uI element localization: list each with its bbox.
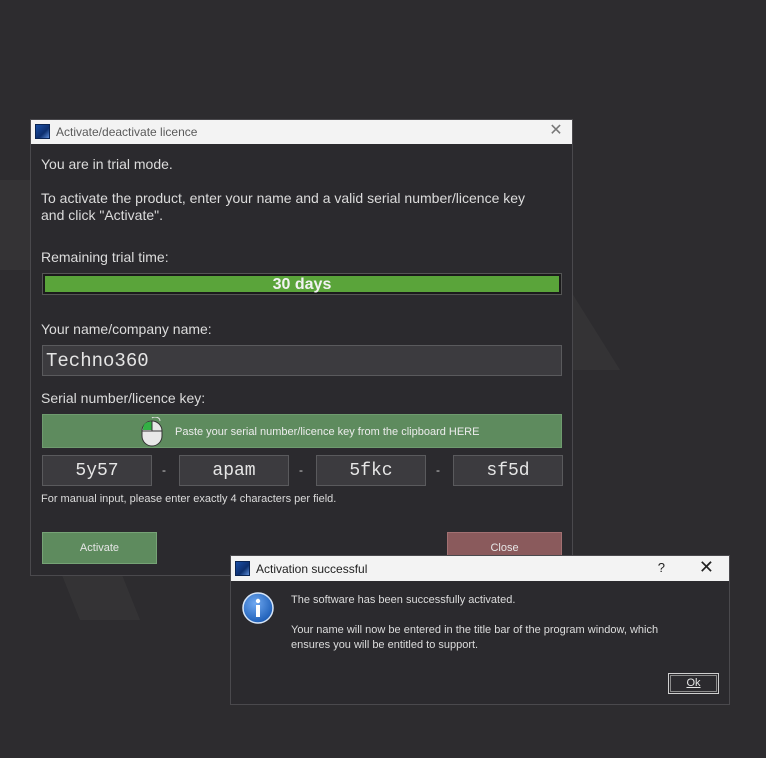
dialog-close-icon[interactable]: ✕ [699,557,714,578]
activate-button[interactable]: Activate [42,532,157,564]
name-field[interactable] [42,345,562,376]
remaining-trial-label: Remaining trial time: [41,249,169,265]
instruction-line-1: To activate the product, enter your name… [41,190,526,206]
licence-window: Activate/deactivate licence ✕ You are in… [30,119,573,576]
dialog-title: Activation successful [256,562,368,576]
app-icon [35,124,50,139]
manual-input-hint: For manual input, please enter exactly 4… [41,493,337,505]
trial-progress-label: 30 days [272,276,332,293]
serial-field-4[interactable] [453,455,563,486]
dialog-message-line-2: Your name will now be entered in the tit… [291,624,659,636]
mouse-icon [141,417,163,447]
serial-field-2[interactable] [179,455,289,486]
window-title: Activate/deactivate licence [56,125,198,139]
ok-button[interactable]: Ok [668,673,719,694]
dialog-titlebar: Activation successful ? ✕ [231,556,729,581]
info-icon [242,592,274,624]
instruction-line-2: and click "Activate". [41,207,163,223]
serial-field-3[interactable] [316,455,426,486]
serial-separator: - [436,463,440,477]
help-icon[interactable]: ? [658,560,665,575]
trial-progress-bar: 30 days [42,273,562,295]
dialog-message-line-1: The software has been successfully activ… [291,594,516,606]
name-label: Your name/company name: [41,321,212,337]
app-icon [235,561,250,576]
licence-window-titlebar: Activate/deactivate licence ✕ [31,120,572,144]
activation-dialog: Activation successful ? ✕ The software h… [230,555,730,705]
serial-separator: - [299,463,303,477]
dialog-message-line-3: ensures you will be entitled to support. [291,639,479,651]
paste-button-label: Paste your serial number/licence key fro… [175,426,480,438]
serial-field-1[interactable] [42,455,152,486]
window-close-icon[interactable]: ✕ [548,122,564,140]
trial-mode-text: You are in trial mode. [41,156,173,172]
serial-label: Serial number/licence key: [41,390,206,406]
paste-from-clipboard-button[interactable]: Paste your serial number/licence key fro… [42,414,562,448]
serial-separator: - [162,463,166,477]
